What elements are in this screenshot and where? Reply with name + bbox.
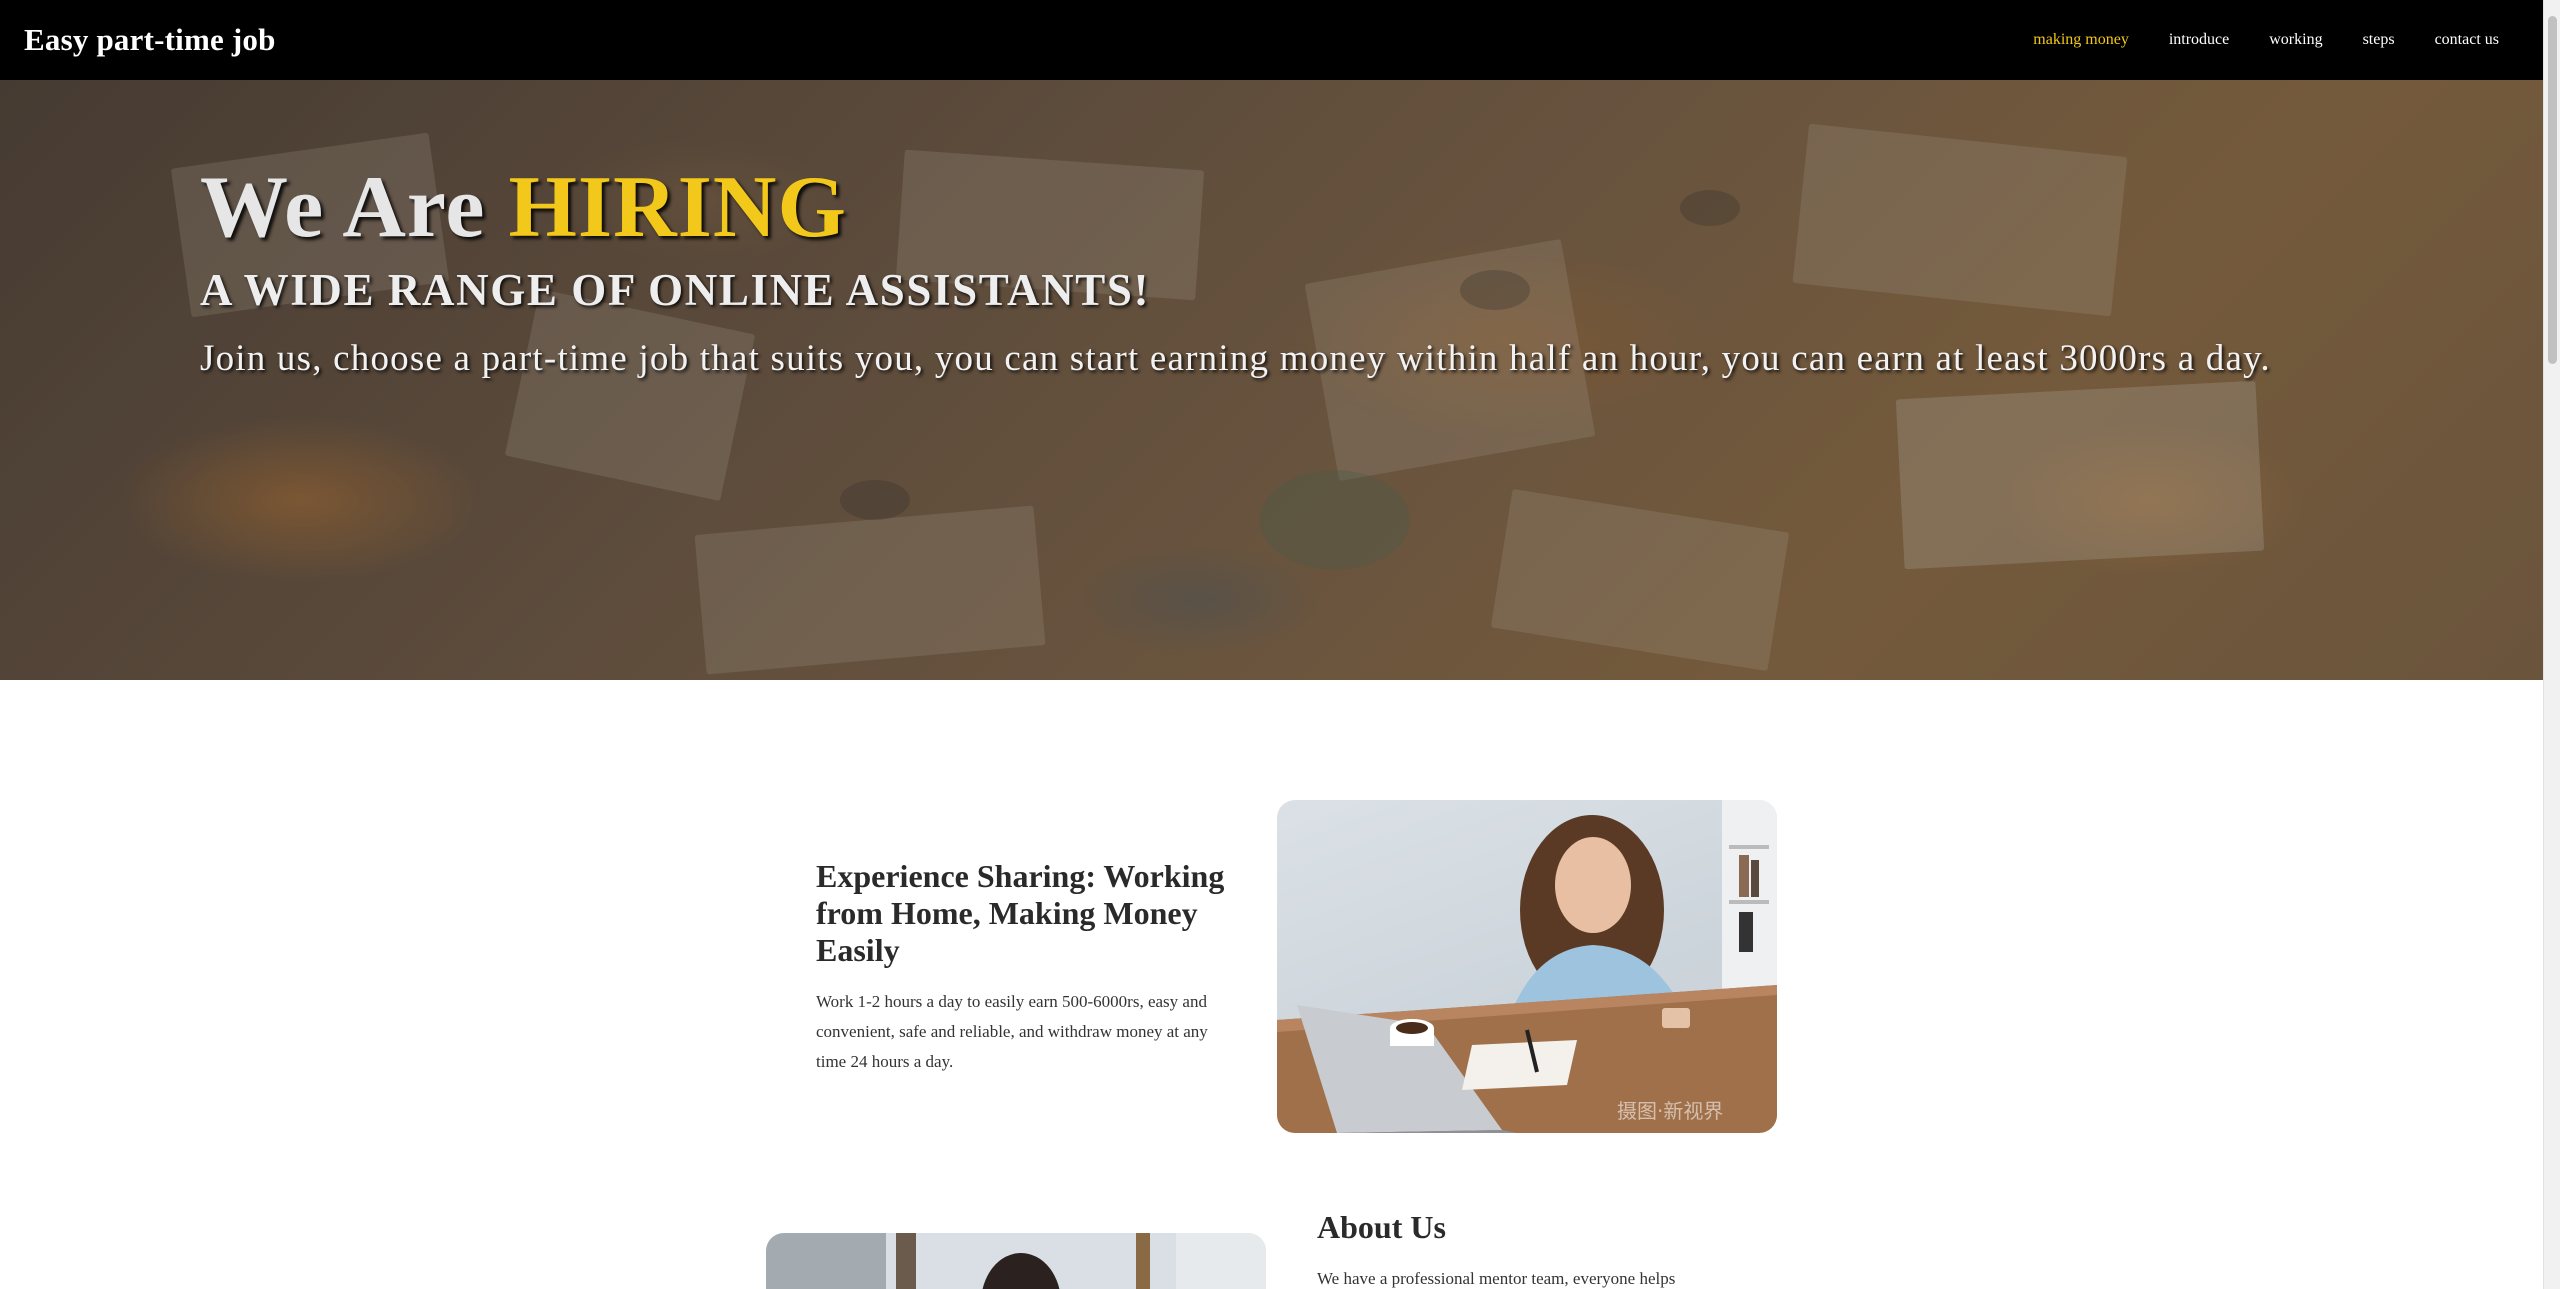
hero-title-prefix: We Are [200, 159, 509, 256]
top-navbar: Easy part-time job making money introduc… [0, 0, 2543, 80]
hero-title-highlight: HIRING [508, 159, 847, 256]
nav-link-steps[interactable]: steps [2363, 31, 2395, 49]
experience-description: Work 1-2 hours a day to easily earn 500-… [816, 992, 1208, 1071]
about-us-title: About Us [1317, 1209, 1446, 1245]
about-us-description: We have a professional mentor team, ever… [1317, 1269, 1676, 1288]
page: Easy part-time job making money introduc… [0, 0, 2560, 1289]
experience-title: Experience Sharing: Working from Home, M… [816, 858, 1225, 968]
photo-watermark: 摄图·新视界 [1617, 1099, 1723, 1123]
experience-section: Experience Sharing: Working from Home, M… [816, 858, 1232, 1077]
scrollbar-thumb[interactable] [2548, 16, 2557, 364]
hero-content: We Are HIRING A WIDE RANGE OF ONLINE ASS… [200, 159, 2350, 388]
about-us-section: About Us We have a professional mentor t… [1317, 1206, 1747, 1289]
about-photo [766, 1233, 1266, 1289]
about-photo-illustration [766, 1233, 1266, 1289]
hero-banner: We Are HIRING A WIDE RANGE OF ONLINE ASS… [0, 80, 2543, 680]
woman-working-photo: 摄图·新视界 [1277, 800, 1777, 1133]
hero-subtitle: A WIDE RANGE OF ONLINE ASSISTANTS! [200, 265, 1151, 316]
page-scrollbar[interactable] [2543, 0, 2560, 1289]
nav-link-introduce[interactable]: introduce [2169, 31, 2229, 49]
brand-logo-text[interactable]: Easy part-time job [24, 22, 276, 58]
nav-link-making-money[interactable]: making money [2033, 31, 2129, 49]
hero-description: Join us, choose a part-time job that sui… [200, 338, 2271, 380]
woman-working-illustration: 摄图·新视界 [1277, 800, 1777, 1133]
nav-link-working[interactable]: working [2269, 31, 2322, 49]
hero-title: We Are HIRING [200, 159, 2350, 256]
nav-link-contact-us[interactable]: contact us [2435, 31, 2499, 49]
nav-menu: making money introduce working steps con… [2033, 31, 2519, 49]
